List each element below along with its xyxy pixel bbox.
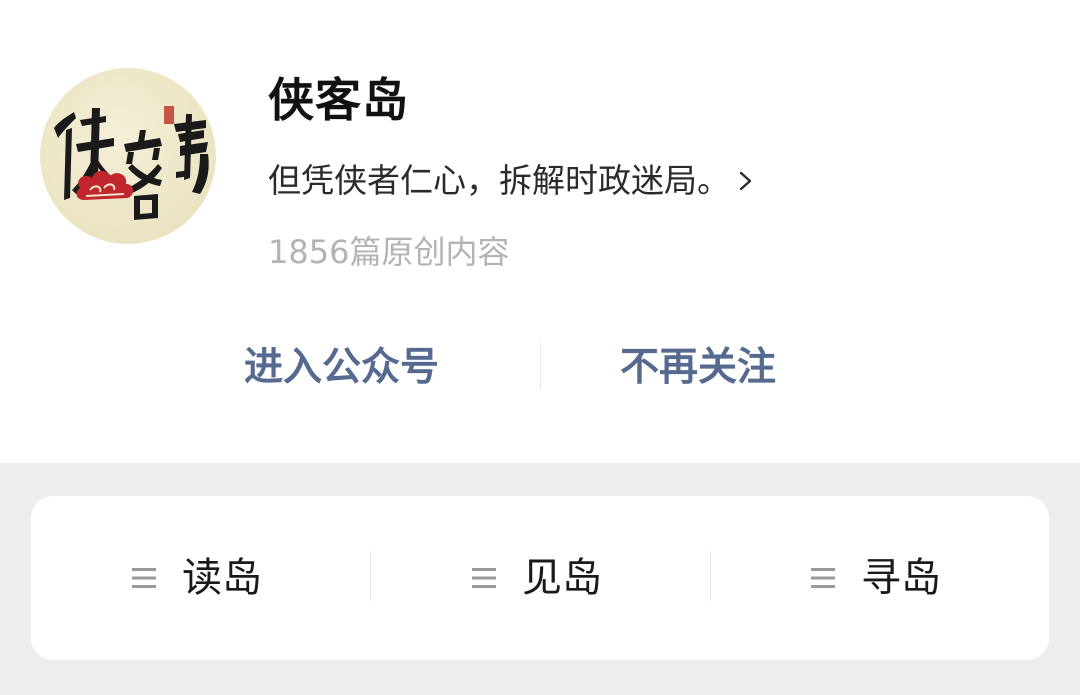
menu-item-label: 读岛: [182, 555, 262, 601]
menu-lines-icon: [472, 568, 496, 588]
account-avatar[interactable]: [40, 68, 216, 244]
menu-item-find-island[interactable]: 寻岛: [811, 496, 941, 660]
menu-divider: [370, 551, 371, 601]
menu-item-see-island[interactable]: 见岛: [472, 496, 602, 660]
account-menu-card: 读岛 见岛 寻岛: [31, 496, 1049, 660]
enter-account-button[interactable]: 进入公众号: [244, 338, 439, 398]
avatar-logo-icon: [54, 106, 209, 220]
unfollow-button[interactable]: 不再关注: [620, 338, 776, 398]
menu-lines-icon: [811, 568, 835, 588]
action-divider: [540, 343, 541, 389]
menu-item-label: 寻岛: [861, 555, 941, 601]
account-name: 侠客岛: [268, 73, 409, 127]
menu-lines-icon: [132, 568, 156, 588]
chevron-right-icon: [739, 171, 752, 191]
menu-divider: [710, 551, 711, 601]
account-description: 但凭侠者仁心，拆解时政迷局。: [268, 161, 730, 200]
menu-item-read-island[interactable]: 读岛: [132, 496, 262, 660]
original-content-count: 1856篇原创内容: [268, 233, 510, 271]
menu-item-label: 见岛: [522, 555, 602, 601]
account-header-card: 侠客岛 但凭侠者仁心，拆解时政迷局。 1856篇原创内容 进入公众号 不再关注: [0, 0, 1080, 463]
account-description-row[interactable]: 但凭侠者仁心，拆解时政迷局。: [268, 156, 758, 206]
